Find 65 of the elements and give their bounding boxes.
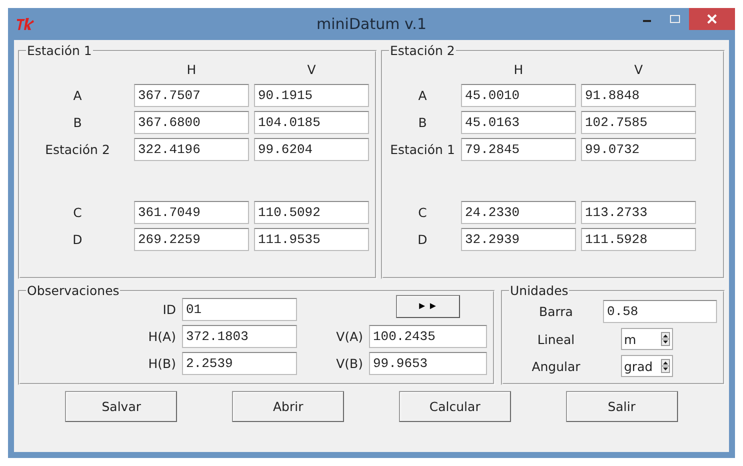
input-field[interactable]: 79.2845 xyxy=(461,138,576,161)
field-label: H(A) xyxy=(147,329,176,344)
action-button[interactable]: Calcular xyxy=(398,391,511,422)
row-label: Estación 2 xyxy=(44,142,111,157)
panel-title: Unidades xyxy=(509,283,570,298)
input-field[interactable]: 99.0732 xyxy=(581,138,696,161)
input-field[interactable]: 113.2733 xyxy=(581,201,696,224)
row-label: B xyxy=(417,115,428,130)
row-label: D xyxy=(416,232,428,247)
input-field[interactable]: 0.58 xyxy=(603,300,717,323)
field-label: Lineal xyxy=(536,332,576,346)
input-field[interactable]: 24.2330 xyxy=(461,201,576,224)
row-label: D xyxy=(72,232,84,247)
input-field[interactable]: 102.7585 xyxy=(581,111,696,134)
spin-arrows-icon xyxy=(661,359,670,373)
field-label: Angular xyxy=(530,358,582,374)
action-button[interactable]: Abrir xyxy=(232,391,344,422)
column-header: V xyxy=(633,62,644,76)
panel-title: Estación 1 xyxy=(26,43,93,58)
input-field[interactable]: 367.6800 xyxy=(134,111,249,134)
input-field[interactable]: 45.0163 xyxy=(461,111,576,134)
input-field[interactable]: 367.7507 xyxy=(134,84,249,107)
action-button[interactable]: Salvar xyxy=(65,391,178,422)
row-label: A xyxy=(417,88,428,103)
row-label: Estación 1 xyxy=(389,142,456,157)
window-title: miniDatum v.1 xyxy=(316,15,426,33)
row-label: C xyxy=(417,205,428,220)
field-label: H(B) xyxy=(147,356,176,371)
input-field[interactable]: 322.4196 xyxy=(134,138,249,161)
close-button[interactable] xyxy=(689,8,735,30)
input-field[interactable]: 90.1915 xyxy=(254,84,369,107)
input-field[interactable]: 91.8848 xyxy=(581,84,696,107)
field-label: V(B) xyxy=(335,356,363,371)
next-button[interactable]: ►► xyxy=(396,295,460,318)
panel-title: Observaciones xyxy=(26,283,120,298)
field-label: V(A) xyxy=(335,329,363,344)
input-field[interactable]: 372.1803 xyxy=(182,325,297,348)
input-field[interactable]: 45.0010 xyxy=(461,84,576,107)
spin-arrows-icon xyxy=(661,332,670,346)
spinbox[interactable]: grad xyxy=(621,355,673,377)
row-label: A xyxy=(72,88,83,103)
close-icon xyxy=(707,14,717,24)
input-field[interactable]: 110.5092 xyxy=(254,201,369,224)
input-field[interactable]: 111.5928 xyxy=(581,228,696,251)
maximize-icon xyxy=(669,14,681,24)
column-header: H xyxy=(186,62,198,76)
input-field[interactable]: 32.2939 xyxy=(461,228,576,251)
panel-title: Estación 2 xyxy=(389,43,456,58)
input-field[interactable]: 100.2435 xyxy=(369,325,487,348)
column-header: V xyxy=(306,62,317,76)
input-field[interactable]: 2.2539 xyxy=(182,352,297,375)
input-field[interactable]: 361.7049 xyxy=(134,201,249,224)
column-header: H xyxy=(512,62,524,76)
input-field[interactable]: 104.0185 xyxy=(254,111,369,134)
field-label: ID xyxy=(162,302,176,317)
row-label: C xyxy=(72,205,83,220)
spinbox[interactable]: m xyxy=(621,328,673,350)
input-field[interactable]: 99.6204 xyxy=(254,138,369,161)
input-field[interactable]: 269.2259 xyxy=(134,228,249,251)
input-field[interactable]: 99.9653 xyxy=(369,352,487,375)
action-button[interactable]: Salir xyxy=(566,391,678,422)
row-label: B xyxy=(72,115,83,130)
field-label: Barra xyxy=(538,304,574,319)
input-field[interactable]: 01 xyxy=(182,298,297,321)
input-field[interactable]: 111.9535 xyxy=(254,228,369,251)
